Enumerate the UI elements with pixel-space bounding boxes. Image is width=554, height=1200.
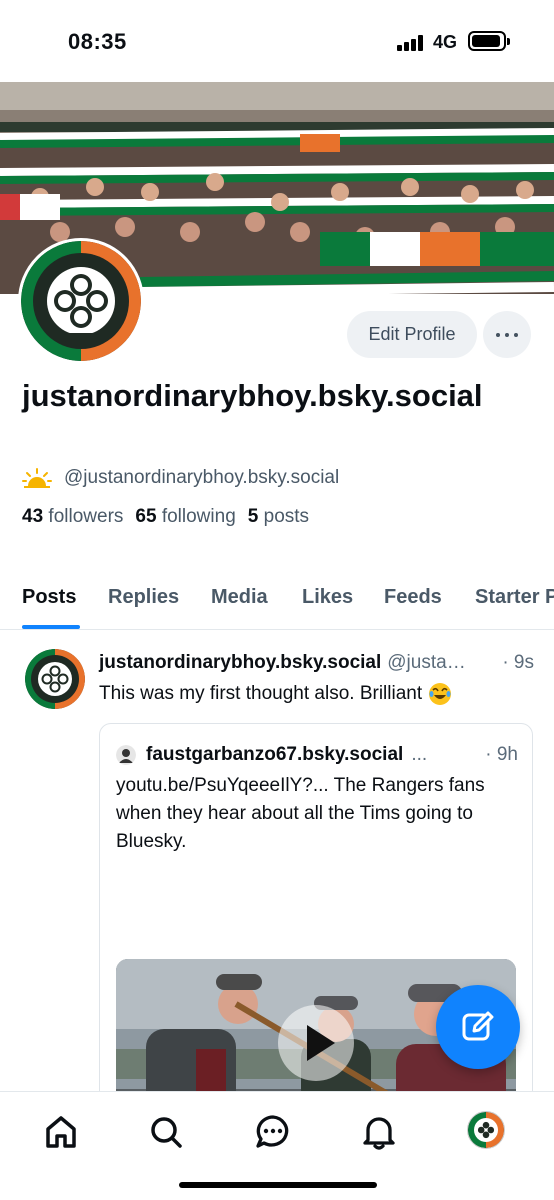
followers-stat[interactable]: 43 followers bbox=[22, 506, 123, 528]
post-header: justanordinarybhoy.bsky.social @justanor… bbox=[99, 652, 534, 674]
home-indicator bbox=[179, 1182, 377, 1188]
dot bbox=[505, 333, 509, 337]
post-text: This was my first thought also. Brillian… bbox=[99, 683, 423, 704]
status-bar: 08:35 4G bbox=[0, 0, 554, 82]
tab-posts[interactable]: Posts bbox=[22, 586, 76, 609]
celtic-crest-icon bbox=[468, 1112, 504, 1148]
nav-profile-avatar[interactable] bbox=[467, 1111, 505, 1149]
compose-post-button[interactable] bbox=[436, 985, 520, 1069]
edit-profile-button[interactable]: Edit Profile bbox=[347, 311, 477, 358]
sun-icon bbox=[22, 468, 52, 488]
following-stat[interactable]: 65 following bbox=[135, 506, 235, 528]
bell-icon bbox=[363, 1117, 395, 1150]
nav-home[interactable] bbox=[41, 1112, 81, 1152]
tab-starter-packs[interactable]: Starter Packs bbox=[475, 586, 554, 609]
posts-count: 5 bbox=[247, 506, 259, 527]
network-label: 4G bbox=[433, 32, 458, 52]
celtic-crest-icon bbox=[25, 649, 85, 709]
followers-count: 43 bbox=[22, 506, 44, 527]
tab-replies[interactable]: Replies bbox=[108, 586, 179, 609]
post-author-handle: @justanordinarybhoy.bsky.social bbox=[387, 652, 474, 673]
more-options-button[interactable] bbox=[483, 311, 531, 358]
following-count: 65 bbox=[135, 506, 157, 527]
profile-tabs: Posts Replies Media Likes Feeds Starter … bbox=[0, 570, 554, 630]
active-tab-indicator bbox=[22, 625, 80, 629]
play-icon[interactable] bbox=[278, 1005, 354, 1081]
quoted-post-text: youtu.be/PsuYqeeeIlY?... The Rangers fan… bbox=[116, 775, 485, 852]
nav-chat[interactable] bbox=[253, 1112, 293, 1152]
post-author-avatar[interactable] bbox=[25, 649, 85, 709]
dot bbox=[514, 333, 518, 337]
laughing-emoji-icon bbox=[429, 683, 452, 705]
tab-likes[interactable]: Likes bbox=[302, 586, 353, 609]
quoted-author-avatar bbox=[116, 745, 136, 765]
dot bbox=[496, 333, 500, 337]
profile-stats: 43 followers 65 following 5 posts bbox=[22, 506, 309, 528]
tab-feeds[interactable]: Feeds bbox=[384, 586, 442, 609]
profile-handle-row: @justanordinarybhoy.bsky.social bbox=[22, 464, 339, 492]
quoted-author-name[interactable]: faustgarbanzo67.bsky.social bbox=[146, 744, 403, 766]
followers-label: followers bbox=[48, 506, 124, 527]
chat-icon bbox=[256, 1115, 289, 1148]
posts-stat: 5 posts bbox=[248, 506, 309, 528]
post-author-name[interactable]: justanordinarybhoy.bsky.social bbox=[99, 652, 381, 674]
tab-media[interactable]: Media bbox=[211, 586, 268, 609]
quoted-post-header: faustgarbanzo67.bsky.social ... · 9h bbox=[116, 744, 518, 766]
celtic-crest-icon bbox=[21, 241, 141, 361]
search-icon bbox=[151, 1117, 182, 1148]
home-icon bbox=[46, 1116, 76, 1148]
nav-search[interactable] bbox=[146, 1112, 186, 1152]
signal-icon bbox=[397, 35, 427, 51]
profile-display-name: justanordinarybhoy.bsky.social bbox=[22, 378, 483, 413]
quoted-post-timestamp: · 9h bbox=[485, 744, 518, 765]
posts-label: posts bbox=[263, 506, 310, 527]
battery-icon bbox=[468, 31, 510, 51]
profile-handle: @justanordinarybhoy.bsky.social bbox=[64, 467, 340, 488]
post-body: This was my first thought also. Brillian… bbox=[99, 682, 452, 706]
nav-notifications[interactable] bbox=[359, 1112, 399, 1152]
compose-icon bbox=[462, 1011, 494, 1041]
profile-avatar[interactable] bbox=[18, 238, 144, 364]
quoted-author-handle-truncated: ... bbox=[411, 744, 428, 765]
status-time: 08:35 bbox=[68, 29, 127, 54]
following-label: following bbox=[161, 506, 236, 527]
post-timestamp[interactable]: · 9s bbox=[502, 652, 534, 674]
